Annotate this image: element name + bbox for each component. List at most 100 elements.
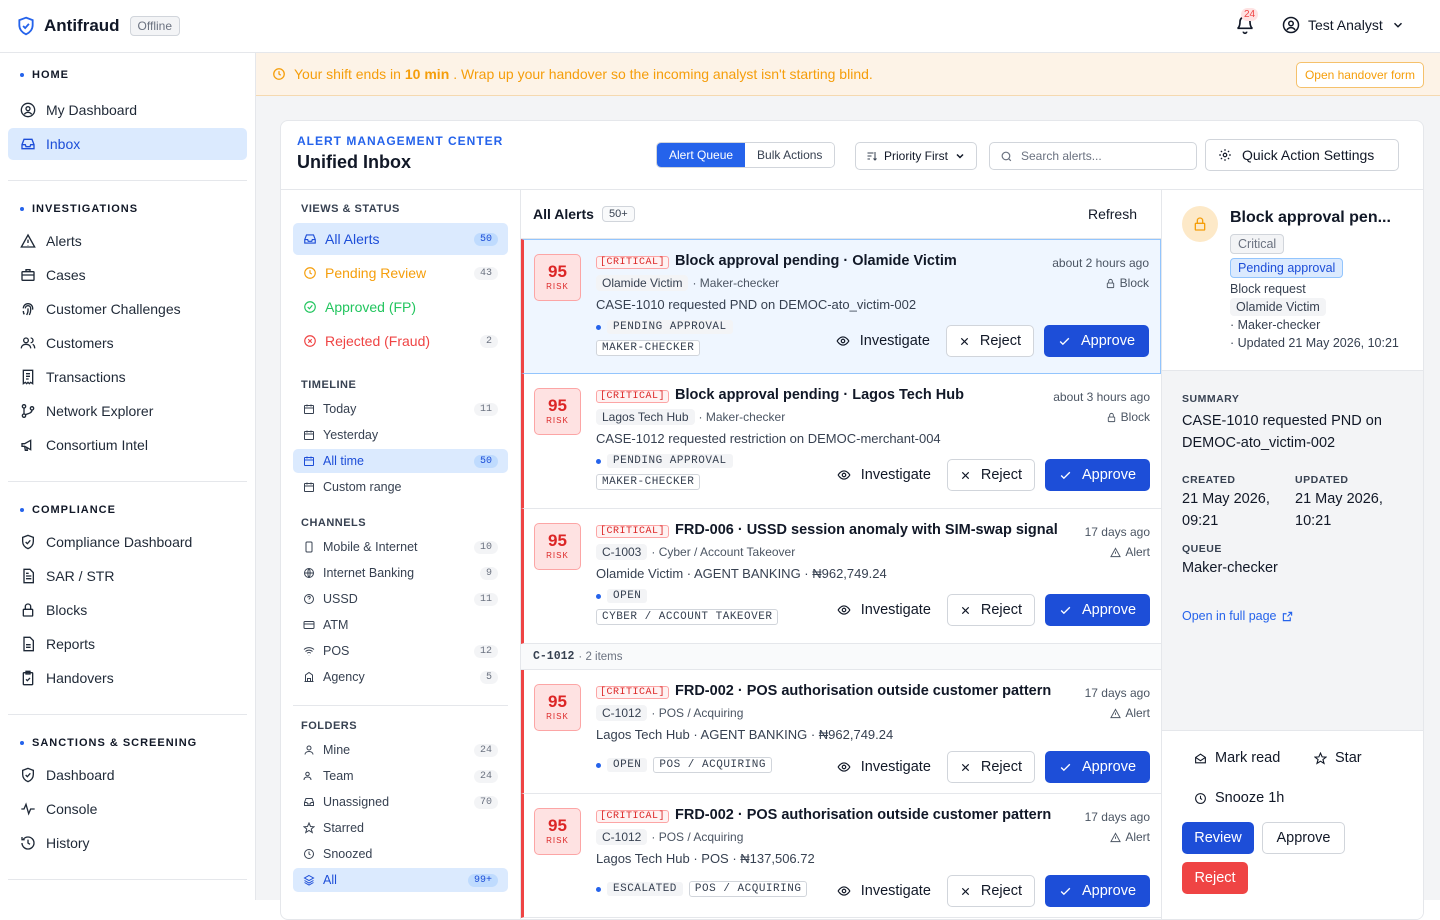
search-icon <box>1001 151 1012 161</box>
alert-card[interactable]: 95 RISK [CRITICAL] Block approval pending… <box>521 374 1161 509</box>
tab-alert-queue[interactable]: Alert Queue <box>657 143 746 167</box>
detail-reject-button[interactable]: Reject <box>1182 862 1248 894</box>
tab-bulk-actions[interactable]: Bulk Actions <box>745 143 835 167</box>
review-button[interactable]: Review <box>1182 822 1254 854</box>
approve-button[interactable]: Approve <box>1045 875 1150 907</box>
investigate-button[interactable]: Investigate <box>831 602 937 618</box>
sidebar-item-customers[interactable]: Customers <box>8 327 247 359</box>
filter-channel-atm[interactable]: ATM <box>293 613 508 637</box>
filter-approved[interactable]: Approved (FP) <box>293 291 508 323</box>
approve-button[interactable]: Approve <box>1045 594 1150 626</box>
folder-snoozed[interactable]: Snoozed <box>293 842 508 866</box>
filter-channel-agency[interactable]: Agency 5 <box>293 665 508 689</box>
investigate-button[interactable]: Investigate <box>831 883 937 899</box>
sidebar-item-handovers[interactable]: Handovers <box>8 662 247 694</box>
filter-channel-pos[interactable]: POS 12 <box>293 639 508 663</box>
star-button[interactable]: Star <box>1314 750 1362 766</box>
folder-all[interactable]: All 99+ <box>293 868 508 892</box>
reject-button[interactable]: Reject <box>946 875 1035 907</box>
star-icon <box>303 822 315 834</box>
sidebar-item-customer-challenges[interactable]: Customer Challenges <box>8 293 247 325</box>
banner-text-pre: Your shift ends in <box>294 66 401 82</box>
mark-read-button[interactable]: Mark read <box>1194 750 1280 766</box>
risk-score-badge: 95 RISK <box>534 808 581 855</box>
sidebar-item-consortium-intel[interactable]: Consortium Intel <box>8 429 247 461</box>
sidebar-item-alerts[interactable]: Alerts <box>8 225 247 257</box>
sidebar-section-investigations: INVESTIGATIONS <box>0 202 255 216</box>
search-input[interactable] <box>1021 149 1181 163</box>
reject-button[interactable]: Reject <box>946 459 1035 491</box>
snooze-button[interactable]: Snooze 1h <box>1194 790 1284 806</box>
sidebar-item-sar-str[interactable]: SAR / STR <box>8 560 247 592</box>
sidebar-item-history[interactable]: History <box>8 827 247 859</box>
folder-team[interactable]: Team 24 <box>293 764 508 788</box>
folder-mine[interactable]: Mine 24 <box>293 738 508 762</box>
history-icon <box>21 836 35 850</box>
reject-button[interactable]: Reject <box>946 751 1035 783</box>
app-logo[interactable]: Antifraud Offline <box>16 16 181 36</box>
sidebar-section-home: HOME <box>0 68 255 82</box>
reject-button[interactable]: Reject <box>946 594 1035 626</box>
approve-button[interactable]: Approve <box>1045 751 1150 783</box>
filter-channel-internet-banking[interactable]: Internet Banking 9 <box>293 561 508 585</box>
user-icon <box>304 745 314 755</box>
calendar-icon <box>304 404 314 414</box>
sidebar-item-transactions[interactable]: Transactions <box>8 361 247 393</box>
approve-button[interactable]: Approve <box>1044 325 1149 357</box>
filter-custom-range[interactable]: Custom range <box>293 475 508 499</box>
sidebar-item-console[interactable]: Console <box>8 793 247 825</box>
filter-rejected[interactable]: Rejected (Fraud) 2 <box>293 325 508 357</box>
filter-yesterday[interactable]: Yesterday <box>293 423 508 447</box>
sidebar-item-compliance-dashboard[interactable]: Compliance Dashboard <box>8 526 247 558</box>
sidebar-item-network-explorer[interactable]: Network Explorer <box>8 395 247 427</box>
folder-starred[interactable]: Starred <box>293 816 508 840</box>
alert-card[interactable]: 95 RISK [CRITICAL] Block approval pending… <box>521 239 1161 374</box>
alert-card[interactable]: 95 RISK [CRITICAL] FRD-002 · POS authoris… <box>521 794 1161 918</box>
filter-all-alerts[interactable]: All Alerts 50 <box>293 223 508 255</box>
warning-icon <box>1110 707 1122 718</box>
detail-approve-button[interactable]: Approve <box>1262 822 1345 854</box>
check-icon <box>1060 887 1071 895</box>
refresh-button[interactable]: Refresh <box>1088 206 1137 222</box>
sidebar-item-reports[interactable]: Reports <box>8 628 247 660</box>
sidebar-item-cases[interactable]: Cases <box>8 259 247 291</box>
investigate-button[interactable]: Investigate <box>830 333 936 349</box>
quick-action-settings-button[interactable]: Quick Action Settings <box>1205 139 1399 171</box>
detail-customer: Olamide Victim <box>1230 298 1326 316</box>
alert-tags: OPEN CYBER / ACCOUNT TAKEOVER <box>596 589 816 625</box>
inbox-icon <box>21 138 35 150</box>
receipt-icon <box>22 369 34 385</box>
folder-unassigned[interactable]: Unassigned 70 <box>293 790 508 814</box>
alert-actions: Investigate Reject Approve <box>831 751 1150 783</box>
sidebar-item-inbox[interactable]: Inbox <box>8 128 247 160</box>
investigate-button[interactable]: Investigate <box>831 467 937 483</box>
close-icon <box>960 337 969 345</box>
filter-today[interactable]: Today 11 <box>293 397 508 421</box>
alert-card[interactable]: 95 RISK [CRITICAL] FRD-002 · POS authoris… <box>521 670 1161 794</box>
sort-select[interactable]: Priority First <box>855 142 977 170</box>
filter-channel-ussd[interactable]: USSD 11 <box>293 587 508 611</box>
reject-button[interactable]: Reject <box>945 325 1034 357</box>
sidebar-item-my-dashboard[interactable]: My Dashboard <box>8 94 247 126</box>
alert-description: CASE-1010 requested PND on DEMOC-ato_vic… <box>596 297 917 312</box>
approve-button[interactable]: Approve <box>1045 459 1150 491</box>
risk-score-badge: 95 RISK <box>534 523 581 570</box>
investigate-button[interactable]: Investigate <box>831 759 937 775</box>
filter-channel-mobile[interactable]: Mobile & Internet 10 <box>293 535 508 559</box>
open-full-page-link[interactable]: Open in full page <box>1182 609 1293 623</box>
user-menu[interactable]: Test Analyst <box>1282 16 1405 34</box>
filter-pending-review[interactable]: Pending Review 43 <box>293 257 508 289</box>
sidebar-item-sanctions-dashboard[interactable]: Dashboard <box>8 759 247 791</box>
open-handover-button[interactable]: Open handover form <box>1295 62 1424 88</box>
filter-all-time[interactable]: All time 50 <box>293 449 508 473</box>
alert-card[interactable]: 95 RISK [CRITICAL] FRD-006 · USSD session… <box>521 509 1161 644</box>
shield-check-icon <box>22 534 34 550</box>
sidebar-item-blocks[interactable]: Blocks <box>8 594 247 626</box>
alert-actions: Investigate Reject Approve <box>831 875 1150 907</box>
app-name: Antifraud <box>44 16 120 35</box>
notifications-button[interactable]: 24 <box>1235 8 1259 37</box>
view-toggle: Alert Queue Bulk Actions <box>656 142 836 168</box>
alert-actions: Investigate Reject Approve <box>831 594 1150 626</box>
document-icon <box>23 568 34 584</box>
user-circle-icon <box>20 102 36 118</box>
